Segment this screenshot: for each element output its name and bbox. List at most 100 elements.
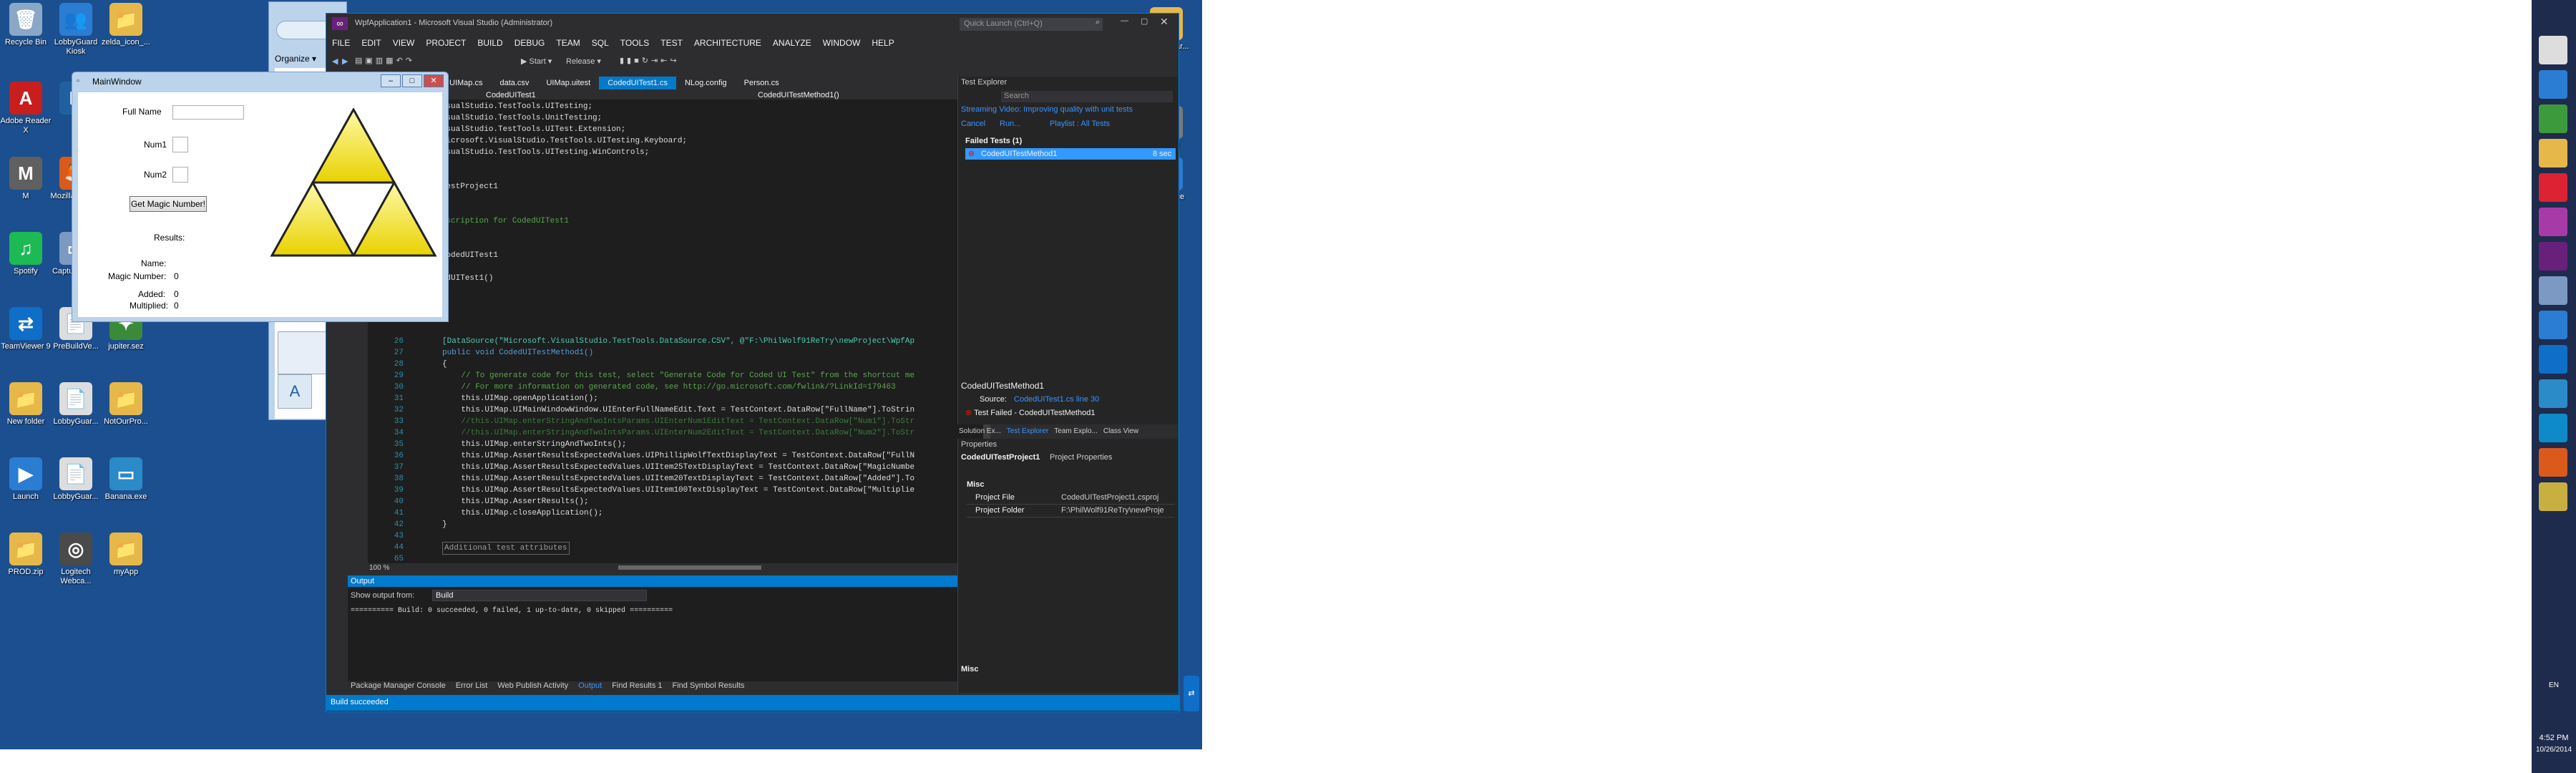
desktop-icon[interactable]: 📁 NotOurPro... (97, 382, 155, 427)
doc-tab[interactable]: NLog.config (676, 77, 736, 89)
minimize-icon[interactable]: – (381, 74, 401, 87)
toolbar-icons[interactable]: ▤▣▥▦↶↷ (355, 56, 415, 65)
num2-input[interactable] (172, 167, 188, 183)
cancel-link[interactable]: Cancel (961, 120, 985, 128)
search-icon[interactable]: ⌕ (1096, 18, 1100, 27)
taskbar-app-icon[interactable] (2539, 242, 2567, 271)
doc-tab[interactable]: Person.cs (736, 77, 788, 89)
bottom-tab[interactable]: Package Manager Console (351, 681, 446, 690)
close-icon[interactable]: ✕ (424, 74, 444, 87)
full-name-input[interactable] (172, 105, 244, 120)
taskbar-app-icon[interactable] (2539, 448, 2567, 477)
visual-studio-window[interactable]: ∞ WpfApplication1 - Microsoft Visual Stu… (326, 13, 1180, 712)
taskbar-app-icon[interactable] (2539, 379, 2567, 408)
show-output-select[interactable]: Build (432, 590, 647, 601)
taskbar-app-icon[interactable] (2539, 70, 2567, 99)
pane-tab[interactable]: Team Explo... (1054, 427, 1098, 435)
streaming-link[interactable]: Streaming Video: Improving quality with … (961, 105, 1133, 114)
desktop-icon[interactable]: ▭ Banana.exe (97, 457, 155, 502)
desktop-icon[interactable]: ◎ Logitech Webca... (47, 533, 104, 586)
failed-tests-group[interactable]: Failed Tests (1) (965, 137, 1022, 145)
desktop-icon[interactable]: 📁 zelda_icon_... (97, 3, 155, 47)
desktop-icon[interactable]: 🗑 Recycle Bin (0, 3, 54, 47)
vs-titlebar[interactable]: ∞ WpfApplication1 - Microsoft Visual Stu… (326, 14, 1179, 34)
menu-help[interactable]: HELP (872, 38, 894, 48)
test-search-input[interactable]: Search (1001, 91, 1173, 102)
minimize-icon[interactable]: — (1121, 16, 1128, 25)
property-row[interactable]: Project File CodedUITestProject1.csproj (967, 492, 1174, 505)
desktop-icon[interactable]: 📄 LobbyGuar... (47, 457, 104, 502)
quick-launch-input[interactable]: Quick Launch (Ctrl+Q) (960, 18, 1103, 31)
desktop-icon[interactable]: 📁 New folder (0, 382, 54, 427)
menu-tools[interactable]: TOOLS (620, 38, 649, 48)
main-window[interactable]: ▫ MainWindow – □ ✕ Full Name Num1 Num2 Get… (72, 72, 449, 322)
taskbar-app-icon[interactable] (2539, 482, 2567, 511)
start-button[interactable]: ▶ Start ▾ (521, 57, 552, 66)
taskbar-app-icon[interactable] (2539, 208, 2567, 236)
taskbar-app-icon[interactable] (2539, 345, 2567, 374)
code-editor[interactable]: rosoft.VisualStudio.TestTools.UITesting;… (368, 99, 983, 572)
close-icon[interactable]: ✕ (1160, 16, 1169, 28)
menu-sql[interactable]: SQL (592, 38, 609, 48)
config-dropdown[interactable]: Release ▾ (566, 57, 601, 66)
taskbar-app-icon[interactable] (2539, 311, 2567, 339)
nav-forward-icon[interactable]: ▶ (342, 57, 348, 66)
desktop-icon[interactable]: 📁 myApp (97, 533, 155, 577)
desktop-icon[interactable]: ▶ Launch (0, 457, 54, 502)
doc-tab[interactable]: CodedUITest1.cs (599, 77, 676, 89)
playlist-dropdown[interactable]: Playlist : All Tests (1050, 120, 1110, 128)
menu-window[interactable]: WINDOW (823, 38, 861, 48)
taskbar-app-icon[interactable] (2539, 104, 2567, 133)
doc-tab[interactable]: UIMap.uitest (537, 77, 599, 89)
menu-analyze[interactable]: ANALYZE (773, 38, 811, 48)
properties-object[interactable]: CodedUITestProject1 (961, 453, 1040, 462)
num1-input[interactable] (172, 137, 188, 152)
teamviewer-widget[interactable]: ⇄ (1184, 676, 1199, 711)
clock-time[interactable]: 4:52 PM (2532, 734, 2576, 742)
menu-view[interactable]: VIEW (393, 38, 415, 48)
taskbar-app-icon[interactable] (2539, 139, 2567, 167)
menu-team[interactable]: TEAM (556, 38, 580, 48)
taskbar-app-icon[interactable] (2539, 173, 2567, 202)
toolbar-icons-2[interactable]: ▮▮■↻⇥⇤↪ (620, 56, 680, 65)
test-row[interactable]: ⊗ CodedUITestMethod1 8 sec (965, 148, 1176, 160)
desktop-icon[interactable]: ♫ Spotify (0, 232, 54, 276)
desktop-icon[interactable]: A Adobe Reader X (0, 82, 54, 135)
explorer-text-icon[interactable]: A (278, 374, 312, 409)
desktop-icon[interactable]: 📄 LobbyGuar... (47, 382, 104, 427)
menu-test[interactable]: TEST (660, 38, 683, 48)
bottom-tab[interactable]: Output (578, 681, 602, 690)
horizontal-scrollbar[interactable] (618, 565, 761, 570)
menu-build[interactable]: BUILD (477, 38, 502, 48)
taskbar-app-icon[interactable] (2539, 36, 2567, 64)
get-magic-number-button[interactable]: Get Magic Number! (130, 196, 207, 212)
nav-class-dropdown[interactable]: CodedUITest1 (486, 91, 536, 99)
zoom-level[interactable]: 100 % (369, 564, 389, 572)
language-indicator[interactable]: EN (2532, 681, 2576, 689)
desktop-icon[interactable]: 👥 LobbyGuard Kiosk (47, 3, 104, 57)
bottom-tab[interactable]: Find Results 1 (612, 681, 662, 690)
back-forward-buttons[interactable] (276, 21, 333, 39)
menu-architecture[interactable]: ARCHITECTURE (694, 38, 761, 48)
bottom-tab[interactable]: Web Publish Activity (497, 681, 568, 690)
menu-project[interactable]: PROJECT (426, 38, 466, 48)
property-row[interactable]: Project Folder F:\PhilWolf91ReTry\newProj… (967, 505, 1174, 517)
doc-tab[interactable]: data.csv (491, 77, 537, 89)
maximize-icon[interactable]: □ (402, 74, 422, 87)
clock-date[interactable]: 10/26/2014 (2532, 746, 2576, 754)
bottom-tab[interactable]: Find Symbol Results (673, 681, 745, 690)
menu-file[interactable]: FILE (332, 38, 350, 48)
taskbar-app-icon[interactable] (2539, 414, 2567, 442)
run-link[interactable]: Run... (1000, 120, 1020, 128)
bottom-tab[interactable]: Error List (456, 681, 488, 690)
taskbar-app-icon[interactable] (2539, 276, 2567, 305)
pane-tab[interactable]: Solution Ex... (959, 427, 1001, 435)
nav-member-dropdown[interactable]: CodedUITestMethod1() (758, 91, 839, 99)
pane-tab[interactable]: Test Explorer (1007, 427, 1048, 435)
desktop-icon[interactable]: MM (0, 157, 54, 201)
pane-tab[interactable]: Class View (1103, 427, 1138, 435)
organize-button[interactable]: Organize ▾ (275, 54, 316, 64)
menu-edit[interactable]: EDIT (361, 38, 381, 48)
maximize-icon[interactable]: ▢ (1141, 16, 1148, 26)
nav-back-icon[interactable]: ◀ (332, 57, 338, 66)
